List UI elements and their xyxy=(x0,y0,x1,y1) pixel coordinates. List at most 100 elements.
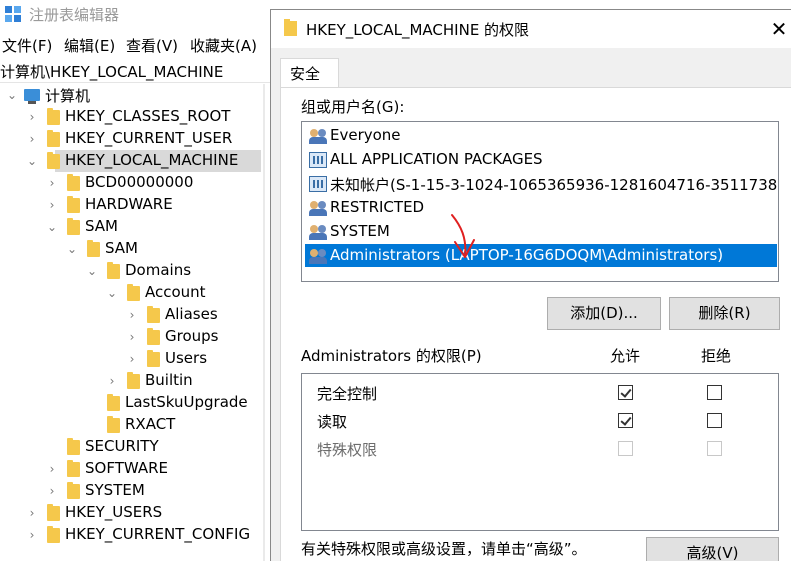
folder-icon xyxy=(107,262,120,279)
user-list-item[interactable]: 未知帐户(S-1-15-3-1024-1065365936-1281604716… xyxy=(305,172,778,195)
tree-item-aliases[interactable]: › Aliases xyxy=(0,304,262,326)
tree-item-hkey-local-machine[interactable]: ⌄ HKEY_LOCAL_MACHINE xyxy=(27,150,261,172)
folder-icon xyxy=(147,350,160,367)
chevron-right-icon[interactable]: › xyxy=(45,196,59,214)
chevron-right-icon[interactable] xyxy=(85,394,99,412)
allow-header: 允许 xyxy=(610,347,641,365)
folder-icon xyxy=(284,19,297,36)
chevron-right-icon[interactable]: › xyxy=(45,174,59,192)
chevron-down-icon[interactable]: ⌄ xyxy=(65,240,79,258)
user-list-item[interactable]: RESTRICTED xyxy=(305,196,777,219)
user-list-item[interactable]: ALL APPLICATION PACKAGES xyxy=(305,148,777,171)
user-list-item[interactable]: SYSTEM xyxy=(305,220,777,243)
folder-icon xyxy=(107,394,120,411)
tree-item-hkey-users[interactable]: › HKEY_USERS xyxy=(0,502,262,524)
tree-item-hkey-current-config[interactable]: › HKEY_CURRENT_CONFIG xyxy=(0,524,262,546)
tree-item-rxact[interactable]: RXACT xyxy=(0,414,262,436)
chevron-right-icon[interactable]: › xyxy=(25,108,39,126)
red-arrow-annotation xyxy=(451,214,475,258)
package-icon xyxy=(309,176,327,192)
chevron-right-icon[interactable]: › xyxy=(25,130,39,148)
folder-icon xyxy=(147,306,160,323)
tree-item-groups[interactable]: › Groups xyxy=(0,326,262,348)
chevron-right-icon[interactable]: › xyxy=(25,504,39,522)
chevron-down-icon[interactable]: ⌄ xyxy=(85,262,99,280)
tree-item--[interactable]: ⌄ 计算机 xyxy=(0,84,262,106)
tree-item-label: HKEY_USERS xyxy=(65,503,163,521)
user-list-item[interactable]: Everyone xyxy=(305,124,777,147)
registry-editor-icon xyxy=(5,6,21,22)
tree-item-label: Account xyxy=(145,283,206,301)
tree-item-domains[interactable]: ⌄ Domains xyxy=(0,260,262,282)
tree-item-sam[interactable]: ⌄ SAM xyxy=(0,238,262,260)
remove-button[interactable]: 删除(R) xyxy=(669,297,780,330)
chevron-right-icon[interactable]: › xyxy=(25,526,39,544)
pane-splitter[interactable] xyxy=(263,84,265,561)
chevron-right-icon[interactable]: › xyxy=(45,460,59,478)
close-icon[interactable]: ✕ xyxy=(767,18,791,40)
tree-item-label: SOFTWARE xyxy=(85,459,169,477)
folder-icon xyxy=(67,174,80,191)
menu-favorites[interactable]: 收藏夹(A) xyxy=(190,35,257,56)
menu-edit[interactable]: 编辑(E) xyxy=(64,35,115,56)
computer-icon xyxy=(24,89,40,104)
permission-row: 特殊权限 xyxy=(302,435,778,463)
deny-checkbox[interactable] xyxy=(707,385,722,400)
allow-checkbox[interactable] xyxy=(618,413,633,428)
user-name: RESTRICTED xyxy=(330,198,425,216)
users-list[interactable]: Everyone ALL APPLICATION PACKAGES 未知帐户(S-1… xyxy=(301,121,779,282)
tree-item-lastskuupgrade[interactable]: LastSkuUpgrade xyxy=(0,392,262,414)
tree-item-label: Builtin xyxy=(145,371,193,389)
address-text[interactable]: 计算机\HKEY_LOCAL_MACHINE xyxy=(0,61,223,82)
allow-checkbox[interactable] xyxy=(618,385,633,400)
group-icon xyxy=(309,224,327,240)
tree-item-label: LastSkuUpgrade xyxy=(125,393,248,411)
menu-view[interactable]: 查看(V) xyxy=(126,35,178,56)
user-name: Administrators (LAPTOP-16G6DOQM\Administ… xyxy=(330,246,724,264)
dialog-title-bar: HKEY_LOCAL_MACHINE 的权限 ✕ xyxy=(271,10,791,48)
chevron-right-icon[interactable] xyxy=(45,438,59,456)
chevron-down-icon[interactable]: ⌄ xyxy=(5,86,19,104)
tree-item-builtin[interactable]: › Builtin xyxy=(0,370,262,392)
chevron-down-icon[interactable]: ⌄ xyxy=(105,284,119,302)
dialog-title: HKEY_LOCAL_MACHINE 的权限 xyxy=(306,21,530,39)
add-button[interactable]: 添加(D)... xyxy=(547,297,661,330)
chevron-right-icon[interactable]: › xyxy=(125,306,139,324)
tree-item-sam[interactable]: ⌄ SAM xyxy=(0,216,262,238)
tree-item-label: SAM xyxy=(85,217,119,235)
user-list-item[interactable]: Administrators (LAPTOP-16G6DOQM\Administ… xyxy=(305,244,777,267)
tree-item-label: HKEY_CLASSES_ROOT xyxy=(65,107,231,125)
folder-icon xyxy=(67,218,80,235)
security-tab-panel: 组或用户名(G): Everyone ALL APPLICATION PACKAG… xyxy=(280,87,791,561)
tree-item-hkey-current-user[interactable]: › HKEY_CURRENT_USER xyxy=(0,128,262,150)
package-icon xyxy=(309,152,327,168)
address-bar[interactable]: 计算机\HKEY_LOCAL_MACHINE xyxy=(0,59,270,83)
tree-item-label: SECURITY xyxy=(85,437,159,455)
tree-item-hkey-classes-root[interactable]: › HKEY_CLASSES_ROOT xyxy=(0,106,262,128)
tab-security-label: 安全 xyxy=(290,65,321,83)
group-icon xyxy=(309,128,327,144)
chevron-right-icon[interactable]: › xyxy=(125,328,139,346)
chevron-right-icon[interactable]: › xyxy=(125,350,139,368)
menu-file[interactable]: 文件(F) xyxy=(2,35,52,56)
chevron-right-icon[interactable]: › xyxy=(45,482,59,500)
tree-item-account[interactable]: ⌄ Account xyxy=(0,282,262,304)
chevron-down-icon[interactable]: ⌄ xyxy=(25,152,39,170)
permission-row: 读取 xyxy=(302,407,778,435)
folder-icon xyxy=(47,130,60,147)
deny-checkbox[interactable] xyxy=(707,413,722,428)
tree-item-system[interactable]: › SYSTEM xyxy=(0,480,262,502)
tree-item-users[interactable]: › Users xyxy=(0,348,262,370)
chevron-right-icon[interactable]: › xyxy=(105,372,119,390)
users-label: 组或用户名(G): xyxy=(301,98,405,116)
chevron-right-icon[interactable] xyxy=(85,416,99,434)
chevron-down-icon[interactable]: ⌄ xyxy=(45,218,59,236)
advanced-button[interactable]: 高级(V) xyxy=(646,537,779,561)
tab-security[interactable]: 安全 xyxy=(280,58,339,88)
tree-item-security[interactable]: SECURITY xyxy=(0,436,262,458)
tree-item-label: BCD00000000 xyxy=(85,173,194,191)
tree-item-bcd00000000[interactable]: › BCD00000000 xyxy=(0,172,262,194)
tree-item-software[interactable]: › SOFTWARE xyxy=(0,458,262,480)
user-name: Everyone xyxy=(330,126,401,144)
tree-item-hardware[interactable]: › HARDWARE xyxy=(0,194,262,216)
